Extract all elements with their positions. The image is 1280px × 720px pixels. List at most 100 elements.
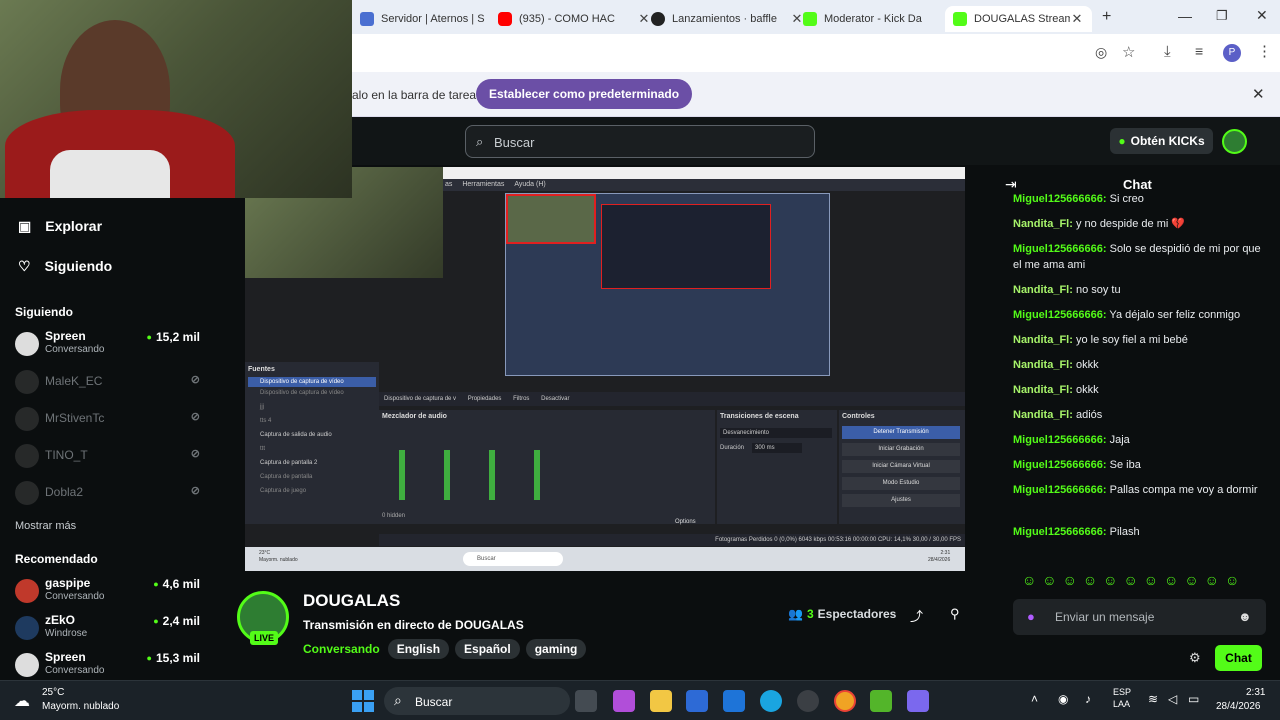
task-view-icon[interactable] <box>575 690 597 712</box>
chat-username[interactable]: Miguel125666666: <box>1013 459 1107 471</box>
app-icon[interactable] <box>907 690 929 712</box>
media-control-icon[interactable]: ≡ <box>1195 43 1203 59</box>
emoji-icon[interactable]: ☻ <box>1238 609 1252 624</box>
chat-username[interactable]: Nandita_Fl: <box>1013 284 1073 296</box>
profile-avatar[interactable]: P <box>1223 44 1241 62</box>
copilot-icon[interactable] <box>613 690 635 712</box>
outlook-icon[interactable] <box>723 690 745 712</box>
obs-transition-select[interactable]: Desvanecimiento <box>720 428 832 438</box>
clock-date[interactable]: 28/4/2026 <box>1216 701 1261 712</box>
obs-start-record-button[interactable]: Iniciar Grabación <box>842 443 960 456</box>
obs-source-item[interactable]: Captura de pantalla <box>260 474 312 480</box>
weather-icon[interactable]: ☁ <box>14 691 38 711</box>
following-channel[interactable]: TINO_T ⊘ <box>15 441 200 471</box>
chat-username[interactable]: Nandita_Fl: <box>1013 409 1073 421</box>
language-indicator[interactable]: ESP LAA <box>1113 686 1131 710</box>
store-icon[interactable] <box>686 690 708 712</box>
obs-options-button[interactable]: Options <box>675 519 696 525</box>
chat-username[interactable]: Miguel125666666: <box>1013 434 1107 446</box>
channel-name-title[interactable]: DOUGALAS <box>303 591 400 611</box>
chat-username[interactable]: Nandita_Fl: <box>1013 359 1073 371</box>
chat-username[interactable]: Nandita_Fl: <box>1013 334 1073 346</box>
volume-icon[interactable]: ◁ <box>1168 692 1177 706</box>
chat-username[interactable]: Miguel125666666: <box>1013 193 1107 205</box>
tag-pill[interactable]: Español <box>455 639 520 659</box>
emote-bar[interactable]: ☺☺☺☺☺☺☺☺☺☺☺ <box>1022 572 1245 588</box>
download-icon[interactable]: ⤓ <box>1164 43 1171 60</box>
tray-expand-icon[interactable]: ˄ <box>1031 692 1038 706</box>
nav-explore[interactable]: ▣ Explorar <box>18 215 102 237</box>
maximize-icon[interactable]: ❐ <box>1216 8 1228 24</box>
obs-settings-button[interactable]: Ajustes <box>842 494 960 507</box>
nav-following[interactable]: ♡ Siguiendo <box>18 255 112 277</box>
chat-username[interactable]: Nandita_Fl: <box>1013 384 1073 396</box>
obs-source-item[interactable]: Captura de juego <box>260 488 306 494</box>
obs-source-item[interactable]: jjj <box>260 404 264 410</box>
recommended-channel[interactable]: zEkO Windrose 2,4 mil <box>15 613 200 643</box>
browser-tab-active[interactable]: DOUGALAS Stream ✕ <box>945 6 1092 32</box>
obs-deactivate-button[interactable]: Desactivar <box>541 396 569 402</box>
chat-username[interactable]: Miguel125666666: <box>1013 243 1107 255</box>
browser-menu-icon[interactable]: ⋮ <box>1257 42 1272 60</box>
obs-menu-item[interactable]: as <box>445 181 452 188</box>
chat-username[interactable]: Miguel125666666: <box>1013 484 1107 496</box>
close-window-icon[interactable]: ✕ <box>1256 7 1268 24</box>
tag-pill[interactable]: English <box>387 639 450 659</box>
obs-menu-item[interactable]: Herramientas <box>462 181 504 188</box>
chat-input[interactable]: ● Enviar un mensaje ☻ <box>1013 599 1266 635</box>
obs-source-item[interactable]: Dispositivo de captura de vídeo <box>260 390 344 396</box>
windows-start-icon[interactable] <box>352 690 374 712</box>
microphone-icon[interactable]: ♪ <box>1085 692 1091 706</box>
share-icon[interactable]: ⤴ <box>910 606 923 625</box>
chat-username[interactable]: Nandita_Fl: <box>1013 218 1073 230</box>
bookmark-star-icon[interactable]: ☆ <box>1122 43 1135 61</box>
obs-icon[interactable] <box>797 690 819 712</box>
browser-tab[interactable]: Moderator - Kick Da ✕ <box>795 6 964 32</box>
obs-duration-input[interactable]: 300 ms <box>752 443 802 453</box>
tag-pill[interactable]: gaming <box>525 639 587 659</box>
obs-source-item[interactable]: Dispositivo de captura de vídeo <box>248 377 376 387</box>
close-tab-icon[interactable]: ✕ <box>1070 11 1084 27</box>
stream-category-link[interactable]: Conversando <box>303 642 380 656</box>
chat-username[interactable]: Miguel125666666: <box>1013 309 1107 321</box>
eye-off-icon[interactable]: ◎ <box>1095 44 1107 61</box>
minimize-icon[interactable]: — <box>1178 8 1192 24</box>
following-channel[interactable]: MrStivenTc ⊘ <box>15 404 200 434</box>
obs-menu-item[interactable]: Ayuda (H) <box>514 181 545 188</box>
recommended-channel[interactable]: gaspipe Conversando 4,6 mil <box>15 576 200 606</box>
obs-virtual-cam-button[interactable]: Iniciar Cámara Virtual <box>842 460 960 473</box>
browser-tab[interactable]: (935) - COMO HAC ✕ <box>490 6 659 32</box>
infobar-close-icon[interactable]: ✕ <box>1252 85 1265 103</box>
show-more-link[interactable]: Mostrar más <box>15 520 76 532</box>
wifi-icon[interactable]: ≋ <box>1148 692 1158 706</box>
follow-user-icon[interactable]: ⚲ <box>950 606 960 622</box>
microphone-icon[interactable]: ● <box>1027 609 1035 624</box>
set-default-button[interactable]: Establecer como predeterminado <box>476 79 693 109</box>
taskbar-search[interactable]: ⌕ Buscar <box>384 687 570 715</box>
following-channel[interactable]: MaleK_EC ⊘ <box>15 367 200 397</box>
file-explorer-icon[interactable] <box>650 690 672 712</box>
edge-icon[interactable] <box>760 690 782 712</box>
chat-settings-icon[interactable]: ⚙ <box>1189 650 1201 666</box>
following-channel[interactable]: Spreen Conversando 15,2 mil <box>15 329 200 359</box>
following-channel[interactable]: Dobla2 ⊘ <box>15 478 200 508</box>
obs-source-item[interactable]: ttt <box>260 446 265 452</box>
obs-source-item[interactable]: Captura de pantalla 2 <box>260 460 317 466</box>
chat-send-button[interactable]: Chat <box>1215 645 1262 671</box>
video-player[interactable]: as Herramientas Ayuda (H) Fuentes Dispos… <box>245 167 965 571</box>
recommended-channel[interactable]: Spreen Conversando 15,3 mil <box>15 650 200 680</box>
browser-tab[interactable]: Lanzamientos · baffle ✕ <box>643 6 812 32</box>
obs-source-item[interactable]: tts 4 <box>260 418 271 424</box>
minecraft-icon[interactable] <box>870 690 892 712</box>
obs-properties-button[interactable]: Propiedades <box>468 396 502 402</box>
obs-stop-stream-button[interactable]: Detener Transmisión <box>842 426 960 439</box>
tray-app-icon[interactable]: ◉ <box>1058 692 1068 706</box>
clock-time[interactable]: 2:31 <box>1246 687 1265 698</box>
obs-filters-button[interactable]: Filtros <box>513 396 529 402</box>
user-avatar[interactable] <box>1222 129 1247 154</box>
obs-studio-mode-button[interactable]: Modo Estudio <box>842 477 960 490</box>
new-tab-button[interactable]: + <box>1102 8 1111 26</box>
search-input[interactable]: ⌕ Buscar <box>465 125 815 158</box>
battery-icon[interactable]: ▭ <box>1188 692 1199 706</box>
obs-source-item[interactable]: Captura de salida de audio <box>260 432 332 438</box>
